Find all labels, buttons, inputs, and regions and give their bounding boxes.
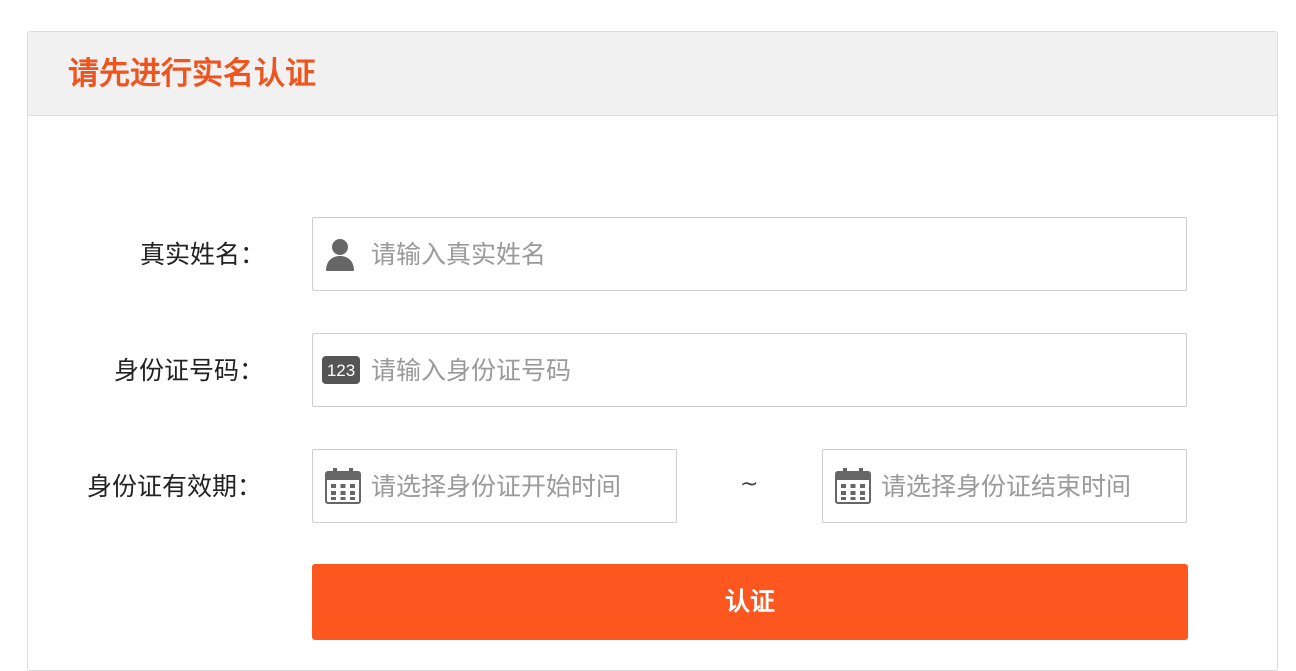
name-field[interactable] xyxy=(312,217,1187,291)
name-label: 真实姓名： xyxy=(140,240,266,269)
calendar-icon xyxy=(325,468,361,504)
validity-start-input[interactable] xyxy=(371,450,671,522)
validity-end-field[interactable] xyxy=(822,449,1187,523)
verify-button[interactable]: 认证 xyxy=(312,564,1188,640)
calendar-icon xyxy=(835,468,871,504)
validity-label: 身份证有效期： xyxy=(87,472,263,501)
numeric-123-icon: 123 xyxy=(322,356,360,384)
user-icon xyxy=(326,239,354,271)
name-input[interactable] xyxy=(371,218,1171,290)
page-title: 请先进行实名认证 xyxy=(68,56,316,92)
validity-end-input[interactable] xyxy=(881,450,1181,522)
id-number-label: 身份证号码： xyxy=(114,356,265,385)
id-number-field[interactable]: 123 xyxy=(312,333,1187,407)
numeric-123-icon-text: 123 xyxy=(327,361,355,380)
panel-header: 请先进行实名认证 xyxy=(28,32,1277,116)
id-number-input[interactable] xyxy=(371,334,1171,406)
validity-start-field[interactable] xyxy=(312,449,677,523)
date-range-separator: ~ xyxy=(740,472,759,497)
